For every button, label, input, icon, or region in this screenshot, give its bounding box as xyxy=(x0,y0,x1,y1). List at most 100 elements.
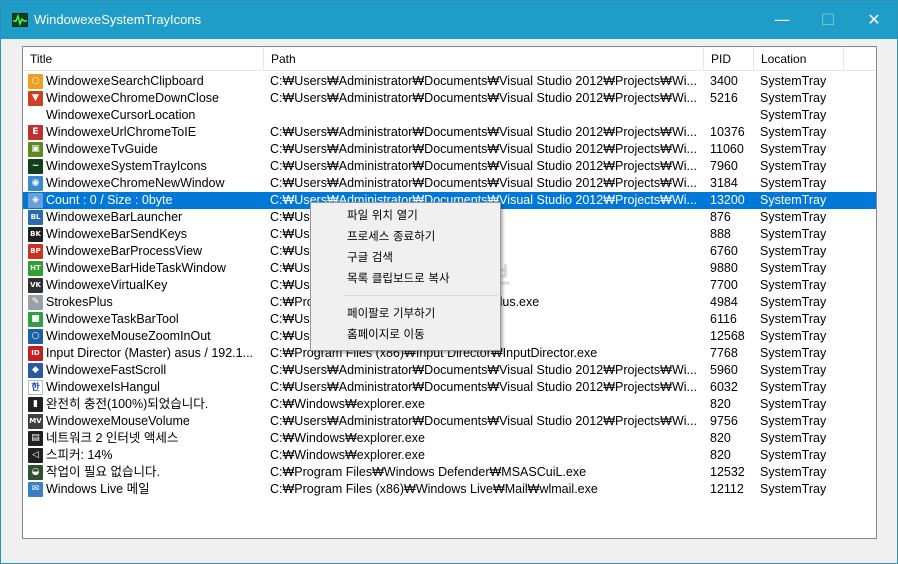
cell-location: SystemTray xyxy=(760,108,827,122)
network-icon: ▤ xyxy=(28,431,43,446)
cell-title: WindowexeBarHideTaskWindow xyxy=(46,261,226,275)
tv-icon: ▣ xyxy=(28,142,43,157)
cell-title: Input Director (Master) asus / 192.1... xyxy=(46,346,254,360)
cell-location: SystemTray xyxy=(760,210,827,224)
cell-pid: 7700 xyxy=(710,278,738,292)
cell-pid: 820 xyxy=(710,431,731,445)
cell-title: 완전히 충전(100%)되었습니다. xyxy=(46,397,209,411)
table-row[interactable]: ✉ Windows Live 메일 C:₩Program Files (x86)₩W… xyxy=(23,481,876,498)
cell-location: SystemTray xyxy=(760,346,827,360)
cell-path: C:₩Users₩Administrator₩Documents₩Visual … xyxy=(270,159,697,173)
table-row[interactable]: ~ WindowexeSystemTrayIcons C:₩Users₩Admini… xyxy=(23,158,876,175)
maximize-button[interactable]: ☐ xyxy=(805,1,851,39)
cell-title: WindowexeBarProcessView xyxy=(46,244,203,258)
cell-location: SystemTray xyxy=(760,278,827,292)
cell-title: Count : 0 / Size : 0byte xyxy=(46,193,173,207)
speaker-icon: ◁ xyxy=(28,448,43,463)
table-row[interactable]: ▼ WindowexeChromeDownClose C:₩Users₩Admini… xyxy=(23,90,876,107)
cell-pid xyxy=(710,107,760,124)
menu-item-open-file-location[interactable]: 파일 위치 열기 xyxy=(312,205,499,226)
cell-title: WindowexeCursorLocation xyxy=(46,108,196,122)
table-row[interactable]: MV WindowexeMouseVolume C:₩Users₩Administr… xyxy=(23,413,876,430)
cell-title: Windows Live 메일 xyxy=(46,482,150,496)
cell-location: SystemTray xyxy=(760,74,827,88)
chrome-new-icon: ◉ xyxy=(28,176,43,191)
cell-path: C:₩Program Files (x86)₩Windows Live₩Mail… xyxy=(270,482,598,496)
table-row[interactable]: 한 WindowexeIsHangul C:₩Users₩Administrator… xyxy=(23,379,876,396)
menu-item-google-search[interactable]: 구글 검색 xyxy=(312,247,499,268)
cell-title: StrokesPlus xyxy=(46,295,113,309)
cell-location: SystemTray xyxy=(760,482,827,496)
cell-pid: 12532 xyxy=(710,465,745,479)
mouse-volume-icon: MV xyxy=(28,414,43,429)
vk-icon: VK xyxy=(28,278,43,293)
cell-path: C:₩Program Files₩Windows Defender₩MSASCu… xyxy=(270,465,587,479)
column-header-title[interactable]: Title xyxy=(23,47,264,71)
cell-pid: 3184 xyxy=(710,176,738,190)
pulse-monitor-icon xyxy=(12,13,28,27)
cell-pid: 820 xyxy=(710,448,731,462)
cell-location: SystemTray xyxy=(760,397,827,411)
cell-path: C:₩Users₩Administrator₩Documents₩Visual … xyxy=(270,414,697,428)
cell-pid: 5960 xyxy=(710,363,738,377)
cell-pid: 7960 xyxy=(710,159,738,173)
menu-item-kill-process[interactable]: 프로세스 종료하기 xyxy=(312,226,499,247)
cell-title: 네트워크 2 인터넷 액세스 xyxy=(46,431,179,445)
table-row[interactable]: ▣ WindowexeTvGuide C:₩Users₩Administrator₩… xyxy=(23,141,876,158)
cell-title: WindowexeUrlChromeToIE xyxy=(46,125,197,139)
title-bar[interactable]: WindowexeSystemTrayIcons — ☐ ✕ xyxy=(1,1,897,39)
strokesplus-icon: ✎ xyxy=(28,295,43,310)
cell-title: WindowexeChromeDownClose xyxy=(46,91,219,105)
table-row[interactable]: ○ WindowexeSearchClipboard C:₩Users₩Admini… xyxy=(23,73,876,90)
menu-item-homepage[interactable]: 홈페이지로 이동 xyxy=(312,324,499,345)
column-header-location[interactable]: Location xyxy=(754,47,844,71)
cell-pid: 6032 xyxy=(710,380,738,394)
cell-title: WindowexeIsHangul xyxy=(46,380,160,394)
cell-title: WindowexeFastScroll xyxy=(46,363,167,377)
cell-location: SystemTray xyxy=(760,193,827,207)
cell-path: C:₩Windows₩explorer.exe xyxy=(270,397,425,411)
table-row[interactable]: E WindowexeUrlChromeToIE C:₩Users₩Administ… xyxy=(23,124,876,141)
cell-pid: 7768 xyxy=(710,346,738,360)
column-header-path[interactable]: Path xyxy=(264,47,704,71)
table-row[interactable]: ◆ WindowexeFastScroll C:₩Users₩Administrat… xyxy=(23,362,876,379)
column-header-pid[interactable]: PID xyxy=(704,47,754,71)
blank-icon xyxy=(28,108,43,123)
cell-path xyxy=(270,107,702,124)
cell-path: C:₩Users₩Administrator₩Documents₩Visual … xyxy=(270,142,697,156)
fast-scroll-icon: ◆ xyxy=(28,363,43,378)
cell-location: SystemTray xyxy=(760,363,827,377)
cell-path: C:₩Windows₩explorer.exe xyxy=(270,431,425,445)
minimize-button[interactable]: — xyxy=(759,1,805,39)
cell-pid: 13200 xyxy=(710,193,745,207)
cell-title: WindowexeSystemTrayIcons xyxy=(46,159,207,173)
magnifier-icon: ○ xyxy=(28,74,43,89)
cell-location: SystemTray xyxy=(760,227,827,241)
table-row[interactable]: ◉ WindowexeChromeNewWindow C:₩Users₩Admini… xyxy=(23,175,876,192)
menu-item-donate-paypal[interactable]: 페이팔로 기부하기 xyxy=(312,303,499,324)
cell-location: SystemTray xyxy=(760,380,827,394)
cell-location: SystemTray xyxy=(760,448,827,462)
cell-location: SystemTray xyxy=(760,312,827,326)
taskbar-tool-icon: ■ xyxy=(28,312,43,327)
table-row[interactable]: WindowexeCursorLocation SystemTray xyxy=(23,107,876,124)
close-button[interactable]: ✕ xyxy=(851,1,897,39)
cell-title: WindowexeSearchClipboard xyxy=(46,74,204,88)
list-header: Title Path PID Location xyxy=(23,47,876,71)
battery-icon: ▮ xyxy=(28,397,43,412)
cell-title: 스피커: 14% xyxy=(46,448,113,462)
cell-path: C:₩Users₩Administrator₩Documents₩Visual … xyxy=(270,74,697,88)
input-director-icon: ID xyxy=(28,346,43,361)
table-row[interactable]: ▮ 완전히 충전(100%)되었습니다. C:₩Windows₩explorer.e… xyxy=(23,396,876,413)
bl-icon: BL xyxy=(28,210,43,225)
table-row[interactable]: ▤ 네트워크 2 인터넷 액세스 C:₩Windows₩explorer.exe 82… xyxy=(23,430,876,447)
table-row[interactable]: ◒ 작업이 필요 없습니다. C:₩Program Files₩Windows De… xyxy=(23,464,876,481)
cell-title: WindowexeVirtualKey xyxy=(46,278,168,292)
cell-location: SystemTray xyxy=(760,91,827,105)
cell-pid: 9756 xyxy=(710,414,738,428)
menu-item-copy-list[interactable]: 목록 클립보드로 복사 xyxy=(312,268,499,289)
table-row[interactable]: ◁ 스피커: 14% C:₩Windows₩explorer.exe 820 Syste… xyxy=(23,447,876,464)
bp-icon: BP xyxy=(28,244,43,259)
clipboard-count-icon: ◈ xyxy=(28,193,43,208)
cell-location: SystemTray xyxy=(760,244,827,258)
